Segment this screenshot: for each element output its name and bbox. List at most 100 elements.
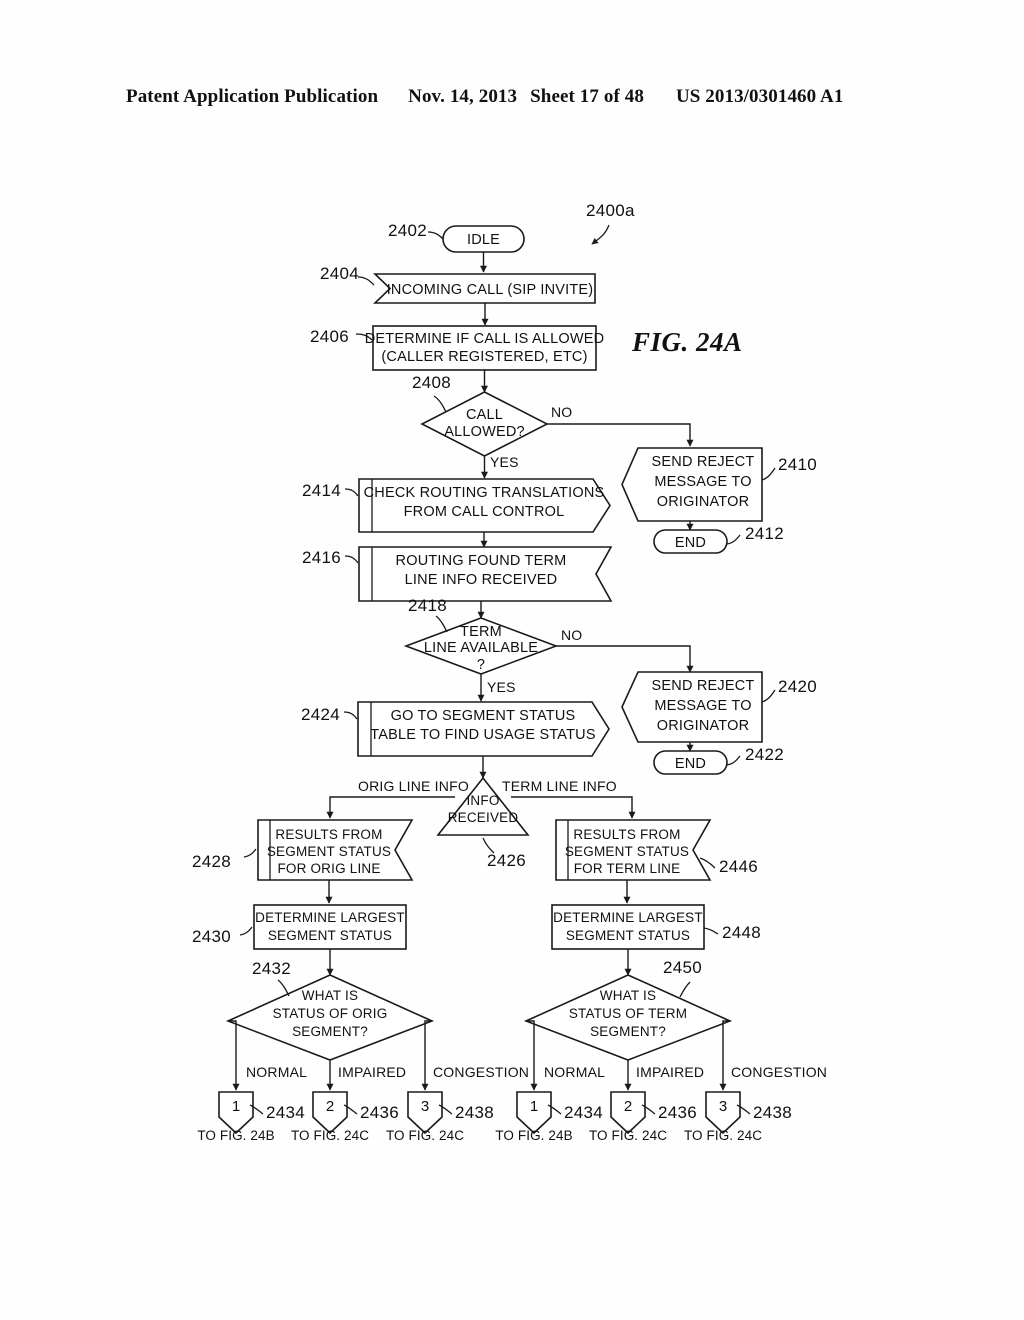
connector-term-congestion-target: TO FIG. 24C [684, 1128, 762, 1143]
ref-label-2416: 2416 [302, 548, 341, 567]
node-results-orig-line[interactable]: RESULTS FROM SEGMENT STATUS FOR ORIG LIN… [257, 819, 414, 881]
node-call-allowed-decision[interactable]: CALL ALLOWED? [420, 391, 549, 457]
connector-term-impaired-number: 2 [624, 1098, 632, 1115]
node-largest-orig-line2: SEGMENT STATUS [268, 928, 392, 943]
node-term-avail-line2: LINE AVAILABLE [424, 640, 538, 656]
node-largest-term-line1: DETERMINE LARGEST [553, 910, 703, 925]
ref-label-2422: 2422 [745, 745, 784, 764]
connector-orig-congestion[interactable]: 3 [407, 1091, 443, 1135]
node-largest-orig-status[interactable]: DETERMINE LARGEST SEGMENT STATUS [253, 904, 407, 950]
ref-label-2432: 2432 [252, 959, 291, 978]
node-call-allowed-line1: CALL [466, 407, 503, 423]
node-goto-segment-line2: TABLE TO FIND USAGE STATUS [370, 727, 595, 743]
node-check-routing[interactable]: CHECK ROUTING TRANSLATIONS FROM CALL CON… [358, 478, 611, 533]
connector-term-impaired[interactable]: 2 [610, 1091, 646, 1135]
node-results-term-line1: RESULTS FROM [573, 827, 680, 842]
node-determine-call-allowed[interactable]: DETERMINE IF CALL IS ALLOWED (CALLER REG… [365, 325, 605, 371]
ref-label-2436-orig: 2436 [360, 1103, 399, 1122]
ref-label-2418: 2418 [408, 596, 447, 615]
edge-label-normal-term: NORMAL [544, 1064, 605, 1080]
connector-orig-normal-number: 1 [232, 1098, 240, 1115]
edge-label-impaired-term: IMPAIRED [636, 1064, 704, 1080]
ref-label-2450: 2450 [663, 958, 702, 977]
ref-label-2430: 2430 [192, 927, 231, 946]
node-term-avail-line1: TERM [460, 624, 502, 640]
node-call-allowed-line2: ALLOWED? [444, 424, 525, 440]
node-status-orig-segment-decision[interactable]: WHAT IS STATUS OF ORIG SEGMENT? [225, 974, 435, 1061]
edge-label-no-2: NO [561, 627, 582, 643]
edge-label-congestion-orig: CONGESTION [433, 1064, 529, 1080]
ref-label-2438-orig: 2438 [455, 1103, 494, 1122]
connector-term-normal-target: TO FIG. 24B [495, 1128, 572, 1143]
connector-term-impaired-target: TO FIG. 24C [589, 1128, 667, 1143]
connector-term-normal[interactable]: 1 [516, 1091, 552, 1135]
node-results-term-line[interactable]: RESULTS FROM SEGMENT STATUS FOR TERM LIN… [555, 819, 712, 881]
ref-label-2400a: 2400a [586, 201, 635, 220]
node-results-term-line2: SEGMENT STATUS [565, 844, 689, 859]
node-status-orig-line1: WHAT IS [302, 988, 358, 1003]
node-check-routing-line2: FROM CALL CONTROL [404, 504, 565, 520]
node-routing-found-line2: LINE INFO RECEIVED [405, 572, 558, 588]
node-status-term-line3: SEGMENT? [590, 1024, 666, 1039]
ref-label-2412: 2412 [745, 524, 784, 543]
node-routing-found-line1: ROUTING FOUND TERM [396, 553, 567, 569]
node-reject2-line3: ORIGINATOR [657, 718, 750, 734]
edge-label-term-line-info: TERM LINE INFO [502, 778, 617, 794]
node-goto-segment-status[interactable]: GO TO SEGMENT STATUS TABLE TO FIND USAGE… [357, 701, 610, 757]
ref-label-2414: 2414 [302, 481, 341, 500]
node-goto-segment-line1: GO TO SEGMENT STATUS [391, 708, 576, 724]
node-term-line-available-decision[interactable]: TERM LINE AVAILABLE ? [403, 617, 559, 675]
node-info-received-line2: RECEIVED [448, 810, 519, 825]
node-incoming-call-label: INCOMING CALL (SIP INVITE) [387, 282, 594, 298]
edge-label-congestion-term: CONGESTION [731, 1064, 827, 1080]
node-idle[interactable]: IDLE [442, 225, 525, 253]
connector-orig-normal-target: TO FIG. 24B [197, 1128, 274, 1143]
node-send-reject-2[interactable]: SEND REJECT MESSAGE TO ORIGINATOR [621, 671, 763, 743]
ref-label-2420: 2420 [778, 677, 817, 696]
node-largest-orig-line1: DETERMINE LARGEST [255, 910, 405, 925]
node-reject1-line3: ORIGINATOR [657, 494, 750, 510]
ref-label-2410: 2410 [778, 455, 817, 474]
node-determine-line2: (CALLER REGISTERED, ETC) [381, 349, 587, 365]
node-send-reject-1[interactable]: SEND REJECT MESSAGE TO ORIGINATOR [621, 447, 763, 522]
connector-orig-impaired-number: 2 [326, 1098, 334, 1115]
node-largest-term-line2: SEGMENT STATUS [566, 928, 690, 943]
node-status-term-line1: WHAT IS [600, 988, 656, 1003]
ref-label-2408: 2408 [412, 373, 451, 392]
node-reject2-line2: MESSAGE TO [654, 698, 751, 714]
connector-term-congestion-number: 3 [719, 1098, 727, 1115]
ref-label-2446: 2446 [719, 857, 758, 876]
node-end-1[interactable]: END [653, 529, 728, 554]
node-status-term-line2: STATUS OF TERM [569, 1006, 687, 1021]
node-results-orig-line3: FOR ORIG LINE [277, 861, 380, 876]
node-determine-line1: DETERMINE IF CALL IS ALLOWED [365, 331, 605, 347]
node-end2-label: END [675, 756, 706, 772]
ref-label-2404: 2404 [320, 264, 359, 283]
ref-label-2402: 2402 [388, 221, 427, 240]
ref-label-2406: 2406 [310, 327, 349, 346]
node-incoming-call[interactable]: INCOMING CALL (SIP INVITE) [373, 273, 596, 304]
edge-label-impaired-orig: IMPAIRED [338, 1064, 406, 1080]
node-reject2-line1: SEND REJECT [652, 678, 755, 694]
connector-orig-congestion-target: TO FIG. 24C [386, 1128, 464, 1143]
node-routing-found[interactable]: ROUTING FOUND TERM LINE INFO RECEIVED [358, 546, 613, 602]
flowchart-diagram: 2400a IDLE 2402 INCOMING CALL (SIP INVIT… [192, 201, 827, 1143]
edge-label-normal-orig: NORMAL [246, 1064, 307, 1080]
ref-label-2434-term: 2434 [564, 1103, 603, 1122]
node-reject1-line1: SEND REJECT [652, 454, 755, 470]
connector-orig-normal[interactable]: 1 [218, 1091, 254, 1135]
connector-orig-congestion-number: 3 [421, 1098, 429, 1115]
node-results-orig-line2: SEGMENT STATUS [267, 844, 391, 859]
connector-orig-impaired[interactable]: 2 [312, 1091, 348, 1135]
ref-label-2428: 2428 [192, 852, 231, 871]
ref-label-2426: 2426 [487, 851, 526, 870]
connector-orig-impaired-target: TO FIG. 24C [291, 1128, 369, 1143]
node-end-2[interactable]: END [653, 750, 728, 775]
ref-label-2436-term: 2436 [658, 1103, 697, 1122]
connector-term-congestion[interactable]: 3 [705, 1091, 741, 1135]
node-status-term-segment-decision[interactable]: WHAT IS STATUS OF TERM SEGMENT? [523, 974, 733, 1061]
node-largest-term-status[interactable]: DETERMINE LARGEST SEGMENT STATUS [551, 904, 705, 950]
edge-label-yes-1: YES [490, 454, 519, 470]
node-status-orig-line2: STATUS OF ORIG [273, 1006, 388, 1021]
patent-page: Patent Application Publication Nov. 14, … [0, 0, 1024, 1320]
